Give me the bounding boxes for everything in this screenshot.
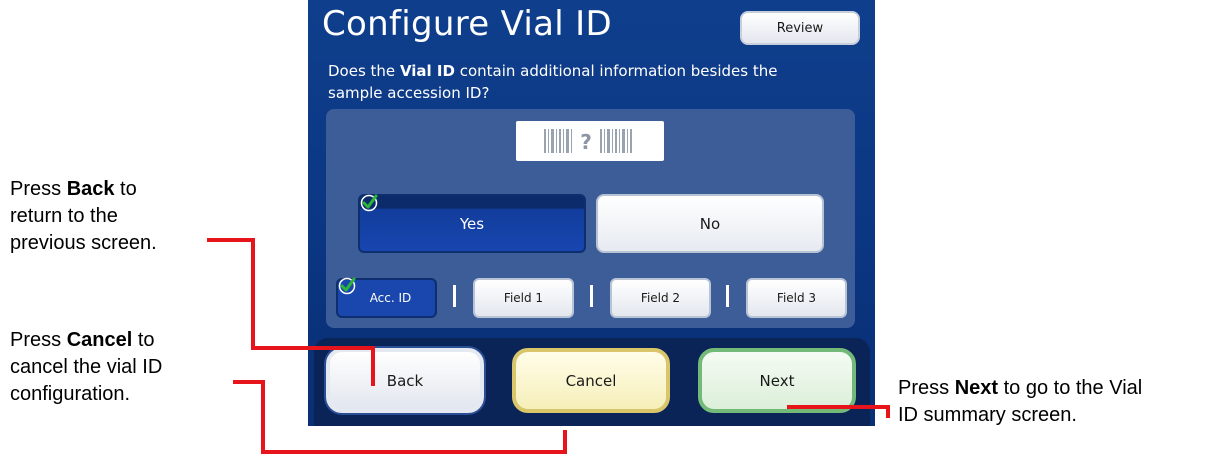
annotation-text: to	[114, 178, 137, 200]
no-button[interactable]: No	[596, 194, 824, 253]
page-title: Configure Vial ID	[322, 4, 612, 44]
back-callout-line	[251, 238, 255, 350]
field-button-field-2[interactable]: Field 2	[610, 278, 711, 318]
question-text: Does the Vial ID contain additional info…	[328, 60, 798, 104]
review-button[interactable]: Review	[740, 11, 860, 45]
annotation-bold: Back	[66, 178, 115, 200]
back-button[interactable]: Back	[326, 348, 484, 413]
field-label: Field 2	[640, 291, 681, 305]
annotation-text: Press	[10, 178, 67, 200]
cancel-annotation: Press Cancel to cancel the vial ID confi…	[10, 327, 235, 408]
options-panel: ? Yes No Acc. ID Field 1 Field 2 Field 3	[326, 109, 855, 328]
cancel-callout-line	[563, 430, 567, 454]
cancel-button[interactable]: Cancel	[512, 348, 670, 413]
cancel-callout-line	[261, 450, 567, 454]
back-annotation: Press Back to return to the previous scr…	[10, 176, 215, 257]
annotation-bold: Cancel	[66, 329, 133, 351]
annotation-text: Press	[10, 329, 67, 351]
yes-checkmark-icon	[360, 194, 378, 212]
touch-screen: Configure Vial ID Review Does the Vial I…	[308, 0, 875, 426]
annotation-text: return to the	[10, 205, 118, 227]
field-label: Field 1	[503, 291, 544, 305]
next-callout-line	[886, 405, 890, 418]
annotation-text: to	[132, 329, 155, 351]
question-part1: Does the	[328, 62, 400, 80]
barcode-icon: ?	[544, 129, 632, 154]
yes-label: Yes	[459, 214, 485, 233]
back-callout-line	[251, 346, 375, 350]
next-annotation: Press Next to go to the Vial ID summary …	[898, 375, 1210, 429]
next-button[interactable]: Next	[698, 348, 856, 413]
next-callout-line	[787, 405, 890, 409]
field-button-field-3[interactable]: Field 3	[746, 278, 847, 318]
cancel-callout-line	[261, 380, 265, 454]
barcode-question-mark: ?	[580, 130, 592, 154]
field-separator	[726, 285, 729, 307]
acc-id-checkmark-icon	[338, 277, 356, 295]
barcode-preview: ?	[516, 121, 664, 161]
back-callout-line	[207, 238, 255, 242]
annotation-text: Press	[898, 377, 955, 399]
annotation-text: previous screen.	[10, 232, 157, 254]
no-label: No	[699, 214, 721, 233]
field-button-field-1[interactable]: Field 1	[473, 278, 574, 318]
field-label: Acc. ID	[369, 291, 412, 305]
annotation-text: cancel the vial ID	[10, 356, 163, 378]
question-bold: Vial ID	[399, 62, 455, 80]
annotation-text: ID summary screen.	[898, 404, 1077, 426]
field-label: Field 3	[776, 291, 817, 305]
field-separator	[590, 285, 593, 307]
field-separator	[453, 285, 456, 307]
annotation-bold: Next	[954, 377, 999, 399]
yes-button[interactable]: Yes	[358, 194, 586, 253]
back-callout-line	[371, 346, 375, 386]
annotation-text: to go to the Vial	[998, 377, 1143, 399]
annotation-text: configuration.	[10, 383, 131, 405]
